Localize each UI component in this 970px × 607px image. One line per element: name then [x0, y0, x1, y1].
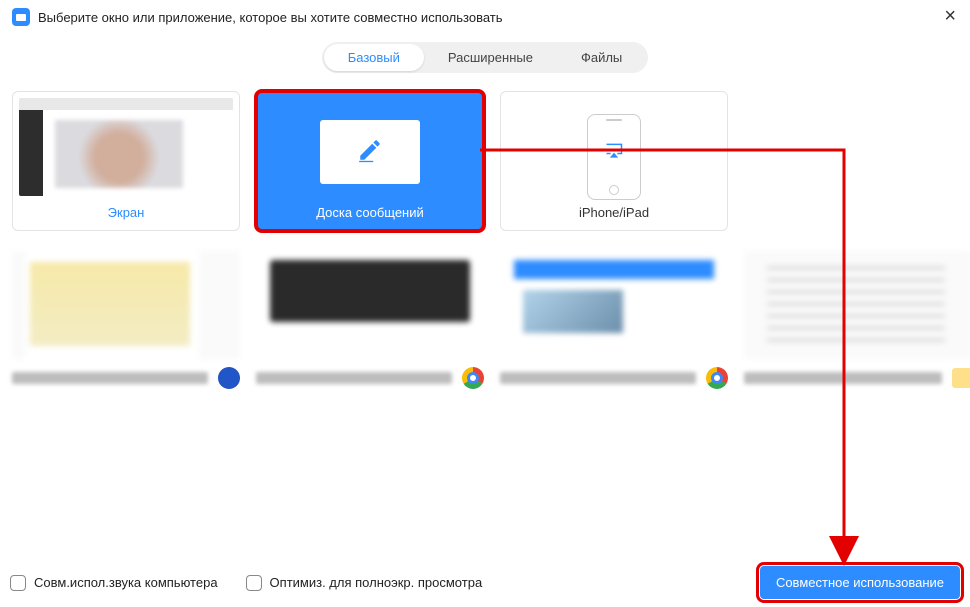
screen-preview: [19, 98, 233, 196]
whiteboard-label: Доска сообщений: [316, 205, 424, 220]
window-preview: [500, 251, 728, 359]
window-preview: [12, 251, 240, 359]
iphone-label: iPhone/iPad: [579, 205, 649, 220]
share-option-window-1[interactable]: [12, 251, 240, 389]
window-label-blurred: [500, 372, 696, 384]
window-label-blurred: [12, 372, 208, 384]
share-option-window-3[interactable]: [500, 251, 728, 389]
window-label-blurred: [744, 372, 942, 384]
share-option-window-4[interactable]: [744, 251, 970, 389]
screen-label: Экран: [108, 205, 145, 220]
share-option-whiteboard[interactable]: Доска сообщений: [256, 91, 484, 231]
app-icon: [12, 8, 30, 26]
checkbox-share-audio-label: Совм.испол.звука компьютера: [34, 575, 218, 590]
share-option-iphone-ipad[interactable]: iPhone/iPad: [500, 91, 728, 231]
share-option-screen[interactable]: Экран: [12, 91, 240, 231]
window-preview: [744, 251, 970, 359]
phone-preview: [587, 114, 641, 200]
tab-bar: Базовый Расширенные Файлы: [0, 42, 970, 73]
dialog-title: Выберите окно или приложение, которое вы…: [38, 10, 503, 25]
airplay-icon: [604, 142, 624, 165]
checkbox-optimize-video[interactable]: Оптимиз. для полноэкр. просмотра: [246, 575, 483, 591]
chrome-icon: [706, 367, 728, 389]
file-icon: [952, 368, 970, 388]
chrome-icon: [462, 367, 484, 389]
window-label-blurred: [256, 372, 452, 384]
share-button[interactable]: Совместное использование: [760, 566, 960, 599]
tab-advanced[interactable]: Расширенные: [424, 44, 557, 71]
share-option-window-2[interactable]: [256, 251, 484, 389]
window-preview: [256, 251, 484, 359]
pencil-icon: [357, 137, 383, 168]
tab-files[interactable]: Файлы: [557, 44, 646, 71]
tab-basic[interactable]: Базовый: [324, 44, 424, 71]
checkbox-optimize-video-label: Оптимиз. для полноэкр. просмотра: [270, 575, 483, 590]
app-badge-icon: [218, 367, 240, 389]
whiteboard-preview: [320, 120, 420, 184]
checkbox-icon: [10, 575, 26, 591]
checkbox-share-audio[interactable]: Совм.испол.звука компьютера: [10, 575, 218, 591]
close-button[interactable]: ×: [944, 6, 956, 26]
checkbox-icon: [246, 575, 262, 591]
